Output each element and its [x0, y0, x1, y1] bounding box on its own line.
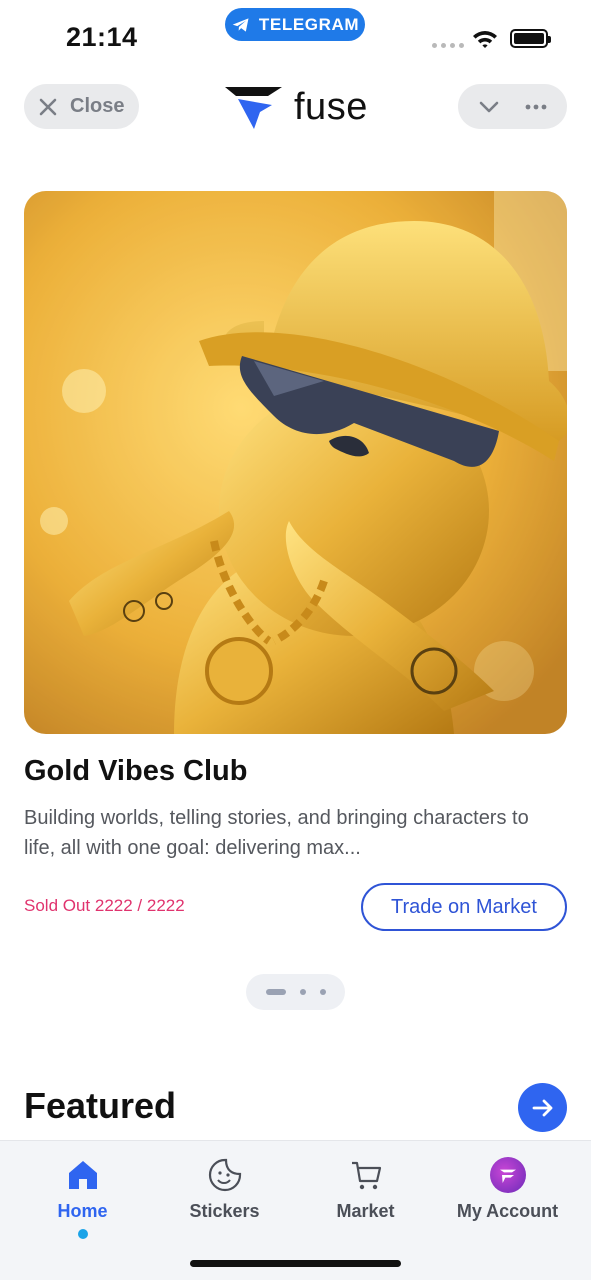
collection-description: Building worlds, telling stories, and br…: [24, 807, 529, 859]
pager-dot[interactable]: [299, 989, 306, 995]
menu-pill[interactable]: [458, 84, 567, 129]
telegram-label: TELEGRAM: [258, 14, 360, 34]
active-indicator-dot: [77, 1229, 88, 1239]
home-icon: [68, 1161, 97, 1189]
market-cart-icon: [351, 1161, 381, 1190]
nav-label-home: Home: [57, 1201, 108, 1221]
status-time: 21:14: [66, 22, 138, 52]
gold-figure-illustration: [24, 191, 567, 734]
telegram-pill[interactable]: TELEGRAM: [225, 8, 365, 41]
telegram-icon: [232, 17, 249, 32]
avatar: [489, 1157, 526, 1193]
featured-section-title: Featured: [24, 1085, 177, 1126]
signal-dots-icon: [432, 43, 464, 48]
nav-item-market[interactable]: Market: [292, 1157, 439, 1222]
featured-see-all-button[interactable]: [518, 1083, 567, 1132]
carousel-pager[interactable]: [246, 974, 345, 1010]
fuse-logo-icon: [225, 87, 282, 129]
nav-label-my-account: My Account: [456, 1201, 559, 1221]
pager-dot-active[interactable]: [265, 989, 286, 995]
close-label: Close: [70, 95, 125, 117]
sold-out-status: Sold Out 2222 / 2222: [24, 896, 185, 915]
more-icon[interactable]: [524, 95, 548, 119]
battery-icon: [510, 29, 551, 48]
pager-dot[interactable]: [319, 989, 326, 995]
home-indicator: [190, 1260, 401, 1267]
avatar-logo-icon: [499, 1169, 516, 1183]
sticker-icon: [208, 1158, 241, 1192]
nav-item-my-account[interactable]: My Account: [434, 1157, 581, 1222]
collection-title: Gold Vibes Club: [24, 755, 248, 787]
brand-name: fuse: [294, 85, 368, 128]
close-icon: [39, 98, 57, 115]
collection-hero-image[interactable]: [24, 191, 567, 734]
nav-label-market: Market: [336, 1201, 395, 1221]
bottom-navigation: Home Stickers Market My Account: [0, 1140, 591, 1280]
brand-logo: fuse: [224, 82, 368, 132]
trade-on-market-button[interactable]: Trade on Market: [361, 883, 567, 931]
nav-item-home[interactable]: Home: [9, 1157, 156, 1239]
chevron-down-icon[interactable]: [477, 95, 501, 119]
wifi-icon: [473, 31, 497, 48]
arrow-right-icon: [532, 1099, 552, 1116]
close-button[interactable]: Close: [24, 84, 139, 129]
status-bar: 21:14 TELEGRAM: [0, 0, 591, 72]
nav-label-stickers: Stickers: [189, 1201, 260, 1221]
nav-item-stickers[interactable]: Stickers: [151, 1157, 298, 1222]
